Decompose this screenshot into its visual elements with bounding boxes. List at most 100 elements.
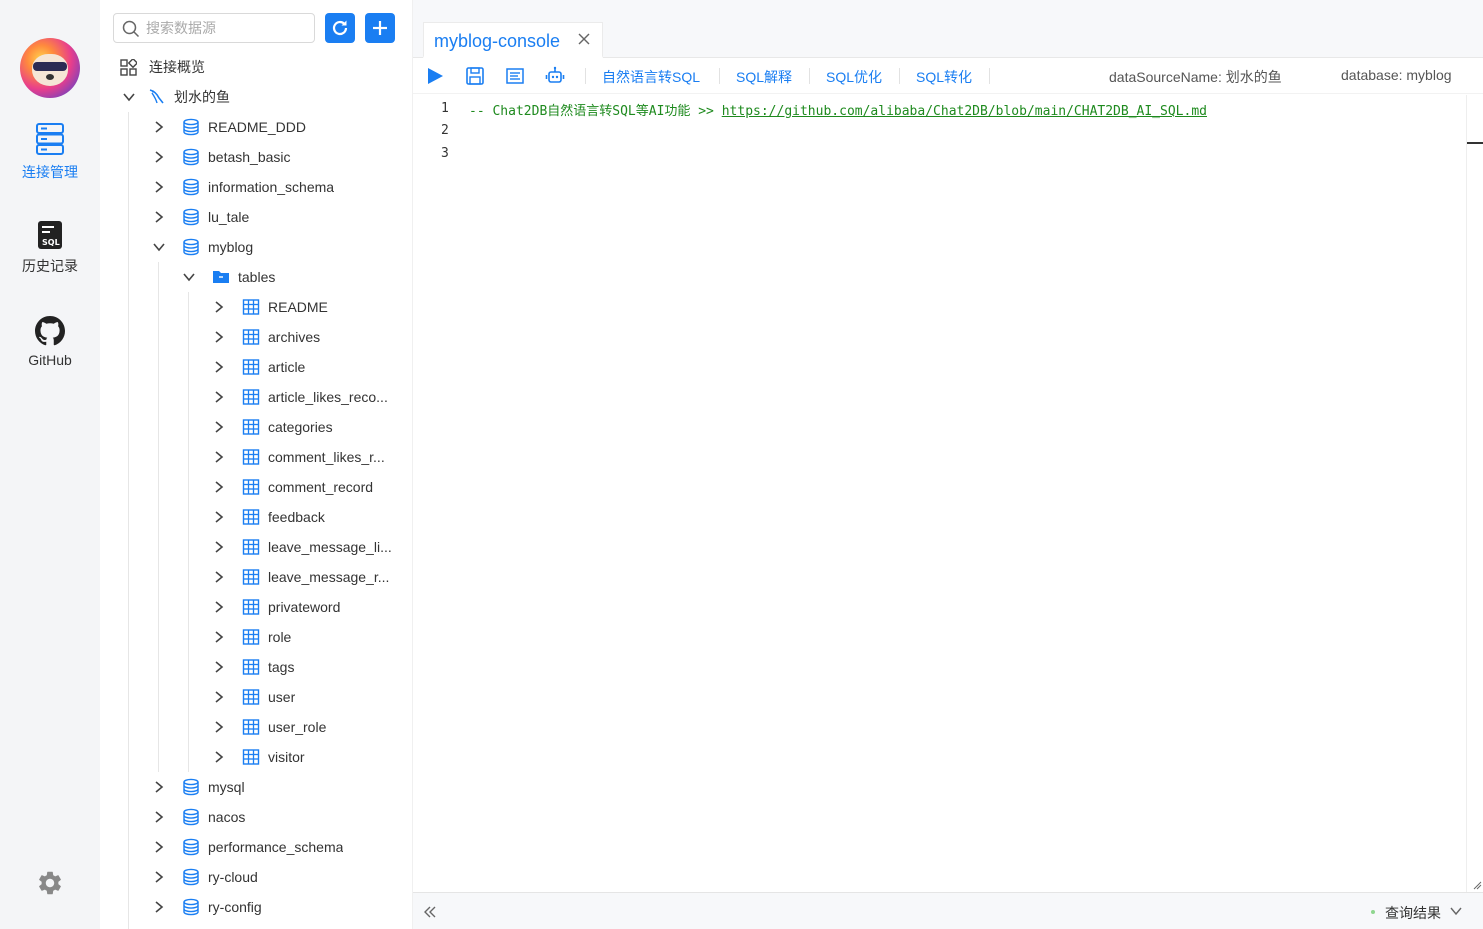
line-number: 1 xyxy=(441,101,449,116)
nl-to-sql-button[interactable]: 自然语言转SQL xyxy=(602,67,700,87)
chevron-right-icon[interactable] xyxy=(212,360,226,374)
double-chevron-left-icon[interactable] xyxy=(421,903,439,921)
chevron-right-icon[interactable] xyxy=(212,630,226,644)
chevron-right-icon[interactable] xyxy=(212,750,226,764)
tree-folder-node[interactable]: tables xyxy=(182,262,275,292)
query-result-toggle[interactable]: 查询结果 xyxy=(1385,903,1441,923)
tree-database-node[interactable]: README_DDD xyxy=(152,112,306,142)
tree-database-node[interactable]: performance_schema xyxy=(152,832,343,862)
tab-myblog-console[interactable]: myblog-console xyxy=(423,22,603,58)
tree-table-node[interactable]: privateword xyxy=(212,592,340,622)
connection-overview[interactable]: 连接概览 xyxy=(120,56,205,78)
code-line-1: -- Chat2DB自然语言转SQL等AI功能 >> https://githu… xyxy=(469,100,1207,119)
user-avatar[interactable] xyxy=(20,38,80,98)
add-datasource-button[interactable] xyxy=(365,13,395,43)
tree-table-node[interactable]: tags xyxy=(212,652,294,682)
sql-optimize-button[interactable]: SQL优化 xyxy=(826,67,882,87)
chevron-right-icon[interactable] xyxy=(212,690,226,704)
gear-icon[interactable] xyxy=(36,869,64,897)
tree-connection-node[interactable]: 划水的鱼 xyxy=(122,82,230,112)
table-label: visitor xyxy=(268,749,305,765)
sql-editor[interactable]: 1 2 3 -- Chat2DB自然语言转SQL等AI功能 >> https:/… xyxy=(413,95,1483,892)
save-icon[interactable] xyxy=(465,66,485,86)
datasource-search[interactable] xyxy=(113,13,315,43)
rail-item-history[interactable]: SQL 历史记录 xyxy=(0,220,100,276)
tree-table-node[interactable]: leave_message_r... xyxy=(212,562,389,592)
chevron-right-icon[interactable] xyxy=(152,150,166,164)
play-icon[interactable] xyxy=(425,66,445,86)
rail-item-connections[interactable]: 连接管理 xyxy=(0,122,100,182)
chevron-down-icon[interactable] xyxy=(1449,904,1463,918)
tree-table-node[interactable]: user xyxy=(212,682,295,712)
chevron-right-icon[interactable] xyxy=(212,480,226,494)
connection-label: 划水的鱼 xyxy=(174,89,230,105)
tree-guide-line xyxy=(188,292,189,772)
chevron-right-icon[interactable] xyxy=(152,210,166,224)
tree-database-node[interactable]: betash_basic xyxy=(152,142,291,172)
tree-table-node[interactable]: archives xyxy=(212,322,320,352)
table-icon xyxy=(242,539,260,555)
chevron-right-icon[interactable] xyxy=(152,120,166,134)
table-icon xyxy=(242,359,260,375)
chevron-right-icon[interactable] xyxy=(152,780,166,794)
tree-database-node[interactable]: nacos xyxy=(152,802,245,832)
editor-scrollbar[interactable] xyxy=(1466,95,1483,892)
chevron-right-icon[interactable] xyxy=(212,330,226,344)
tree-table-node[interactable]: role xyxy=(212,622,291,652)
tree-table-node[interactable]: article_likes_reco... xyxy=(212,382,388,412)
chevron-right-icon[interactable] xyxy=(152,810,166,824)
database-label: ry-config xyxy=(208,899,262,915)
chevron-down-icon xyxy=(123,93,135,102)
chevron-right-icon[interactable] xyxy=(212,510,226,524)
chevron-right-icon[interactable] xyxy=(212,540,226,554)
chevron-right-icon[interactable] xyxy=(212,570,226,584)
chevron-right-icon[interactable] xyxy=(212,390,226,404)
database-info: database: myblog xyxy=(1341,67,1452,83)
tree-table-node[interactable]: README xyxy=(212,292,328,322)
tree-table-node[interactable]: article xyxy=(212,352,305,382)
tree-database-node[interactable]: ry-config xyxy=(152,892,262,922)
search-input[interactable] xyxy=(146,18,306,38)
tree-database-node[interactable]: mysql xyxy=(152,772,245,802)
tree-table-node[interactable]: feedback xyxy=(212,502,325,532)
chevron-right-icon[interactable] xyxy=(212,600,226,614)
tree-guide-line xyxy=(128,112,129,929)
chevron-right-icon[interactable] xyxy=(212,450,226,464)
table-label: article_likes_reco... xyxy=(268,389,388,405)
rail-item-github[interactable]: GitHub xyxy=(0,316,100,368)
table-icon xyxy=(242,629,260,645)
chevron-right-icon[interactable] xyxy=(152,870,166,884)
status-dot xyxy=(1371,910,1375,914)
tree-table-node[interactable]: comment_record xyxy=(212,472,373,502)
chevron-right-icon[interactable] xyxy=(212,300,226,314)
resize-grip-icon[interactable] xyxy=(1472,880,1482,890)
tree-table-node[interactable]: leave_message_li... xyxy=(212,532,392,562)
database-icon xyxy=(183,868,199,886)
chevron-down-icon[interactable] xyxy=(182,270,196,284)
format-icon[interactable] xyxy=(505,66,525,86)
refresh-button[interactable] xyxy=(325,13,355,43)
tree-database-node[interactable]: ry-cloud xyxy=(152,862,258,892)
database-label: performance_schema xyxy=(208,839,344,855)
chevron-down-icon[interactable] xyxy=(152,240,166,254)
tree-table-node[interactable]: visitor xyxy=(212,742,305,772)
chevron-right-icon[interactable] xyxy=(152,840,166,854)
chevron-right-icon[interactable] xyxy=(152,900,166,914)
tree-table-node[interactable]: comment_likes_r... xyxy=(212,442,385,472)
close-icon[interactable] xyxy=(576,31,592,47)
tree-database-node[interactable]: myblog xyxy=(152,232,253,262)
ai-docs-link[interactable]: https://github.com/alibaba/Chat2DB/blob/… xyxy=(722,104,1207,119)
tree-database-node[interactable]: information_schema xyxy=(152,172,334,202)
tree-table-node[interactable]: categories xyxy=(212,412,333,442)
robot-icon[interactable] xyxy=(545,66,565,86)
chevron-right-icon[interactable] xyxy=(212,420,226,434)
sql-explain-button[interactable]: SQL解释 xyxy=(736,67,792,87)
tree-table-node[interactable]: user_role xyxy=(212,712,326,742)
sql-convert-button[interactable]: SQL转化 xyxy=(916,67,972,87)
chevron-right-icon[interactable] xyxy=(212,660,226,674)
tree-database-node[interactable]: lu_tale xyxy=(152,202,249,232)
chevron-right-icon[interactable] xyxy=(152,180,166,194)
chevron-right-icon[interactable] xyxy=(212,720,226,734)
table-label: README xyxy=(268,299,328,315)
line-number: 3 xyxy=(441,146,449,161)
